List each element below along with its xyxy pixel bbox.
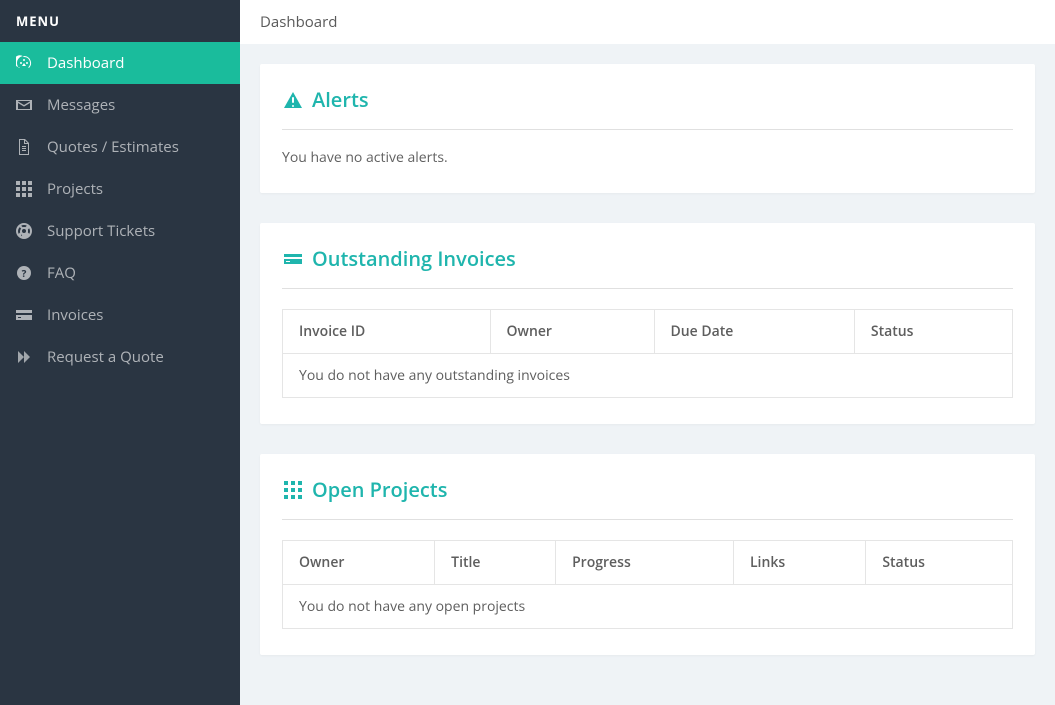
file-icon — [14, 138, 34, 156]
sidebar-item-label: Projects — [47, 179, 103, 199]
alerts-card: Alerts You have no active alerts. — [260, 64, 1035, 193]
divider — [282, 288, 1013, 289]
col-status: Status — [854, 310, 1012, 354]
sidebar-item-label: Support Tickets — [47, 221, 155, 241]
table-row: You do not have any open projects — [283, 585, 1013, 629]
sidebar: MENU Dashboard Messages Quotes / Estimat… — [0, 0, 240, 705]
life-ring-icon — [14, 222, 34, 240]
sidebar-item-label: Messages — [47, 95, 115, 115]
chevrons-right-icon — [14, 348, 34, 366]
sidebar-item-quotes[interactable]: Quotes / Estimates — [0, 126, 240, 168]
sidebar-item-label: FAQ — [47, 263, 76, 283]
table-header-row: Invoice ID Owner Due Date Status — [283, 310, 1013, 354]
col-owner: Owner — [490, 310, 654, 354]
alerts-title: Alerts — [282, 86, 1013, 113]
credit-card-icon — [14, 306, 34, 324]
breadcrumb: Dashboard — [240, 0, 1055, 44]
col-links: Links — [733, 541, 865, 585]
help-icon: ? — [14, 264, 34, 282]
grid-icon — [14, 180, 34, 198]
divider — [282, 519, 1013, 520]
sidebar-item-label: Dashboard — [47, 53, 124, 73]
col-invoice-id: Invoice ID — [283, 310, 491, 354]
projects-card: Open Projects Owner Title Progress Links… — [260, 454, 1035, 655]
projects-table: Owner Title Progress Links Status You do… — [282, 540, 1013, 629]
projects-title: Open Projects — [282, 476, 1013, 503]
sidebar-item-label: Invoices — [47, 305, 103, 325]
invoices-card: Outstanding Invoices Invoice ID Owner Du… — [260, 223, 1035, 424]
invoices-table: Invoice ID Owner Due Date Status You do … — [282, 309, 1013, 398]
col-due-date: Due Date — [654, 310, 854, 354]
sidebar-item-messages[interactable]: Messages — [0, 84, 240, 126]
alerts-empty-text: You have no active alerts. — [282, 148, 1013, 167]
sidebar-item-invoices[interactable]: Invoices — [0, 294, 240, 336]
page-title: Dashboard — [260, 12, 337, 32]
sidebar-item-dashboard[interactable]: Dashboard — [0, 42, 240, 84]
invoices-title: Outstanding Invoices — [282, 245, 1013, 272]
menu-header: MENU — [0, 0, 240, 42]
col-progress: Progress — [556, 541, 734, 585]
content: Alerts You have no active alerts. Outsta… — [240, 44, 1055, 705]
main-area: Dashboard Alerts You have no active aler… — [240, 0, 1055, 705]
sidebar-item-label: Quotes / Estimates — [47, 137, 179, 157]
divider — [282, 129, 1013, 130]
sidebar-item-faq[interactable]: ? FAQ — [0, 252, 240, 294]
sidebar-item-request-quote[interactable]: Request a Quote — [0, 336, 240, 378]
table-row: You do not have any outstanding invoices — [283, 354, 1013, 398]
col-status: Status — [866, 541, 1013, 585]
dashboard-icon — [14, 54, 34, 72]
sidebar-item-label: Request a Quote — [47, 347, 164, 367]
sidebar-item-projects[interactable]: Projects — [0, 168, 240, 210]
invoices-empty-text: You do not have any outstanding invoices — [283, 354, 1013, 398]
col-title: Title — [435, 541, 556, 585]
col-owner: Owner — [283, 541, 435, 585]
credit-card-icon — [282, 248, 304, 270]
svg-text:?: ? — [22, 266, 27, 280]
warning-icon — [282, 89, 304, 111]
table-header-row: Owner Title Progress Links Status — [283, 541, 1013, 585]
grid-icon — [282, 479, 304, 501]
sidebar-item-tickets[interactable]: Support Tickets — [0, 210, 240, 252]
envelope-icon — [14, 96, 34, 114]
projects-empty-text: You do not have any open projects — [283, 585, 1013, 629]
